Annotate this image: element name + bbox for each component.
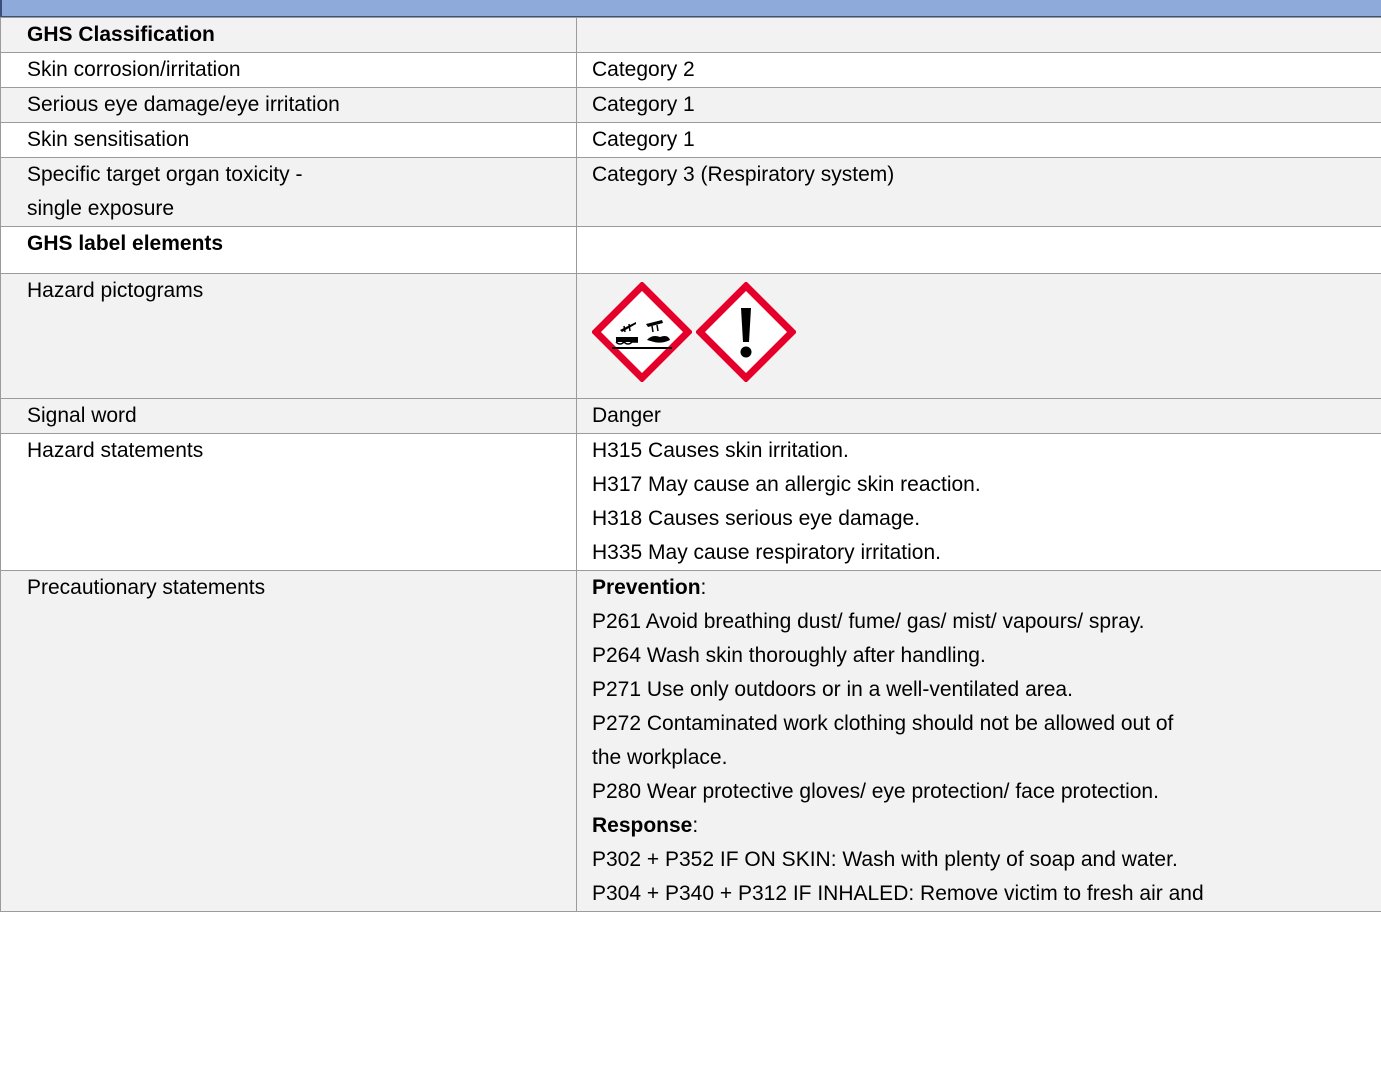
exclamation-mark-icon — [696, 282, 796, 382]
ghs-table: GHS Classification Skin corrosion/irrita… — [0, 17, 1381, 912]
row-value: Category 2 — [576, 52, 1381, 88]
list-item: P280 Wear protective gloves/ eye protect… — [592, 780, 1159, 803]
signal-word-value: Danger — [576, 398, 1381, 434]
table-row: Signal word Danger — [0, 398, 1381, 434]
corrosion-icon — [592, 282, 692, 382]
table-row: Hazard statements H315 Causes skin irrit… — [0, 433, 1381, 571]
table-row: Skin sensitisation Category 1 — [0, 122, 1381, 158]
row-value: Category 1 — [576, 122, 1381, 158]
table-row: Specific target organ toxicity - single … — [0, 157, 1381, 227]
pictograms-row: Hazard pictograms — [0, 273, 1381, 399]
list-item: P272 Contaminated work clothing should n… — [592, 712, 1174, 735]
list-item: P304 + P340 + P312 IF INHALED: Remove vi… — [592, 882, 1204, 905]
signal-word-label: Signal word — [0, 398, 577, 434]
row-label: Skin corrosion/irritation — [0, 52, 577, 88]
row-value: Category 1 — [576, 87, 1381, 123]
label-elements-header-row: GHS label elements — [0, 226, 1381, 274]
precautionary-statements-list: Prevention: P261 Avoid breathing dust/ f… — [576, 570, 1381, 912]
list-item: H317 May cause an allergic skin reaction… — [592, 473, 981, 496]
row-label: Serious eye damage/eye irritation — [0, 87, 577, 123]
row-label: Specific target organ toxicity - single … — [0, 157, 577, 227]
list-item: P264 Wash skin thoroughly after handling… — [592, 644, 986, 667]
response-heading: Response: — [592, 814, 699, 837]
hazard-statements-list: H315 Causes skin irritation. H317 May ca… — [576, 433, 1381, 571]
classification-header: GHS Classification — [0, 17, 577, 53]
row-value: Category 3 (Respiratory system) — [576, 157, 1381, 227]
prevention-heading: Prevention: — [592, 576, 707, 599]
list-item: H318 Causes serious eye damage. — [592, 507, 921, 530]
table-row: Skin corrosion/irritation Category 2 — [0, 52, 1381, 88]
label-elements-header: GHS label elements — [0, 226, 577, 274]
row-label: Skin sensitisation — [0, 122, 577, 158]
hazard-statements-label: Hazard statements — [0, 433, 577, 571]
list-item: H335 May cause respiratory irritation. — [592, 541, 941, 564]
ghs-table-container: GHS Classification Skin corrosion/irrita… — [0, 17, 1381, 912]
classification-header-row: GHS Classification — [0, 17, 1381, 53]
pictograms-cell — [576, 273, 1381, 399]
precautionary-statements-label: Precautionary statements — [0, 570, 577, 912]
list-item: H315 Causes skin irritation. — [592, 439, 849, 462]
list-item: the workplace. — [592, 746, 728, 769]
list-item: P261 Avoid breathing dust/ fume/ gas/ mi… — [592, 610, 1145, 633]
list-item: P271 Use only outdoors or in a well-vent… — [592, 678, 1073, 701]
table-row: Precautionary statements Prevention: P26… — [0, 570, 1381, 912]
table-row: Serious eye damage/eye irritation Catego… — [0, 87, 1381, 123]
pictograms-label: Hazard pictograms — [0, 273, 577, 399]
list-item: P302 + P352 IF ON SKIN: Wash with plenty… — [592, 848, 1178, 871]
section-header-bar — [0, 0, 1381, 17]
